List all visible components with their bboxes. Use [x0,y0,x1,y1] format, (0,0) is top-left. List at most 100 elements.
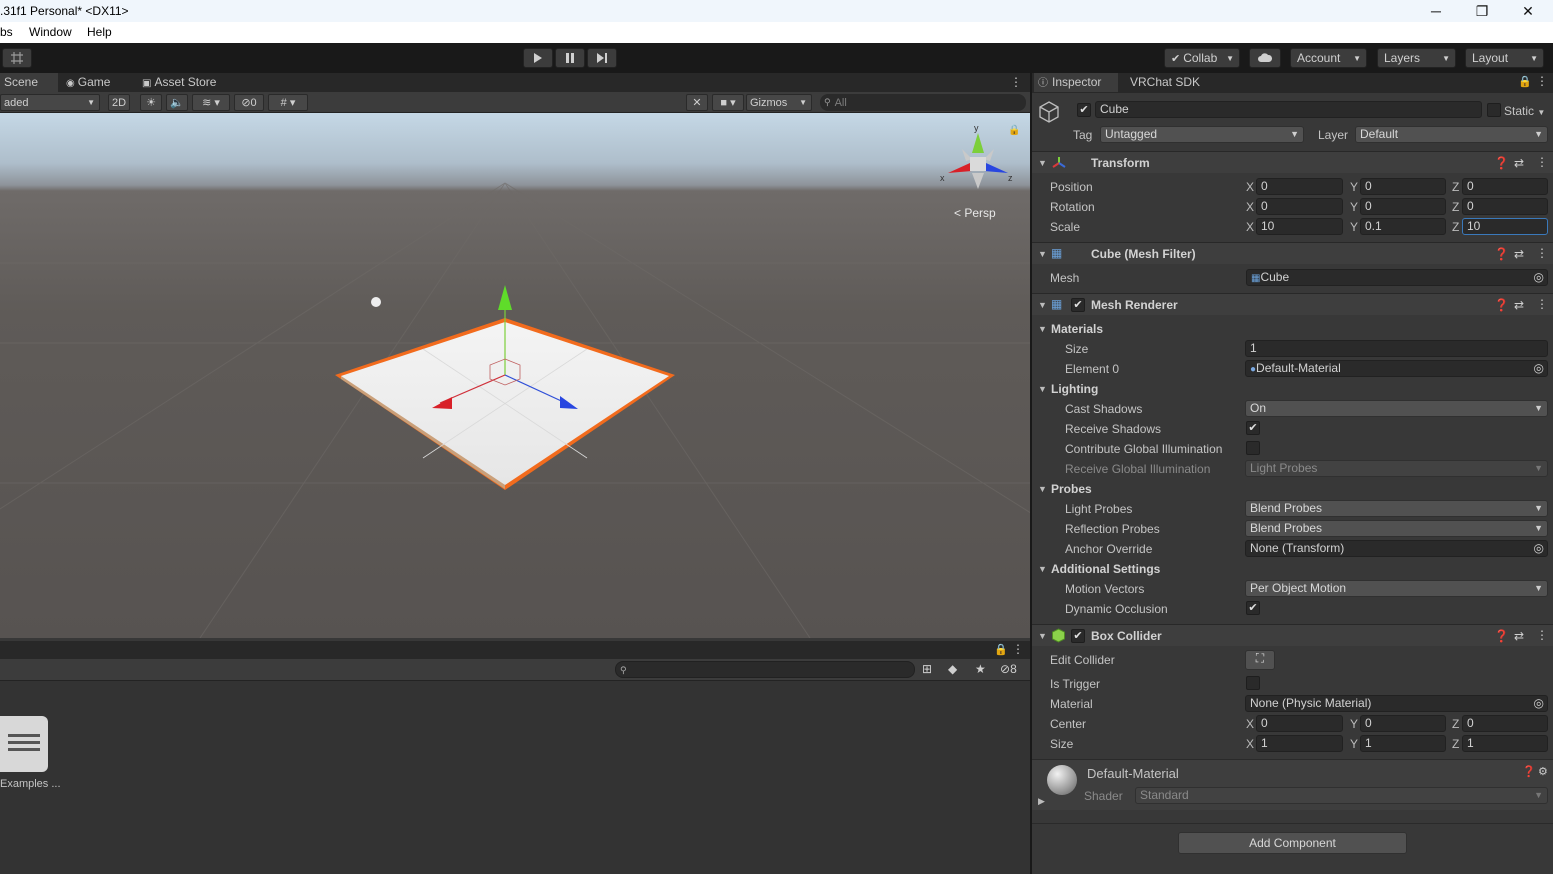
presets-icon[interactable]: ⇄ [1514,629,1524,643]
enabled-checkbox[interactable]: ✔ [1071,629,1085,643]
tab-game[interactable]: ◉ Game [62,73,114,92]
asset-label[interactable]: Examples ... [0,778,61,790]
physic-material-field[interactable]: None (Physic Material) ◎ [1245,695,1548,712]
foldout-arrow-icon[interactable]: ▼ [1038,300,1047,310]
foldout-arrow-icon[interactable]: ▼ [1038,484,1047,494]
pause-button[interactable] [555,48,585,68]
size-z-field[interactable]: 1 [1462,735,1548,752]
more-menu-icon[interactable]: ⋮ [1536,155,1548,169]
more-menu-icon[interactable]: ⋮ [1012,642,1024,656]
star-icon[interactable]: ★ [975,662,986,676]
maximize-button[interactable]: ❐ [1459,0,1505,22]
more-menu-icon[interactable]: ⋮ [1536,74,1548,88]
lock-icon[interactable]: 🔒 [1518,75,1532,88]
filter-by-type-icon[interactable]: ⊞ [922,662,932,676]
object-picker-icon[interactable]: ◎ [1534,361,1544,376]
help-icon[interactable]: ❓ [1522,765,1536,778]
materials-foldout[interactable]: Materials [1051,322,1103,336]
scene-viewport[interactable]: y x z 🔒 < Persp [0,113,1030,638]
shader-dropdown[interactable]: Standard ▼ [1135,787,1548,804]
layers-dropdown[interactable]: Layers ▼ [1377,48,1456,68]
cast-shadows-dropdown[interactable]: On ▼ [1245,400,1548,417]
element0-object-field[interactable]: ●Default-Material ◎ [1245,360,1548,377]
object-name-input[interactable]: Cube [1095,101,1482,118]
lock-icon[interactable]: 🔒 [1008,125,1020,136]
light-probes-dropdown[interactable]: Blend Probes ▼ [1245,500,1548,517]
presets-icon[interactable]: ⇄ [1514,247,1524,261]
hidden-packages-toggle[interactable]: ⊘8 [1000,662,1017,676]
grid-snap-icon[interactable] [2,48,32,68]
gear-icon[interactable]: ⚙ [1538,765,1548,778]
center-z-field[interactable]: 0 [1462,715,1548,732]
foldout-arrow-icon[interactable]: ▼ [1038,158,1047,168]
size-x-field[interactable]: 1 [1256,735,1343,752]
collab-dropdown[interactable]: ✔ Collab ▼ [1164,48,1240,68]
light-icon[interactable] [371,297,381,307]
materials-size-field[interactable]: 1 [1245,340,1548,357]
mesh-filter-header[interactable]: ▼ ▦ Cube (Mesh Filter) ❓ ⇄ ⋮ [1032,242,1553,264]
position-z-field[interactable]: 0 [1462,178,1548,195]
object-picker-icon[interactable]: ◎ [1534,541,1544,556]
presets-icon[interactable]: ⇄ [1514,156,1524,170]
edit-collider-button[interactable]: ⛶ [1245,650,1275,670]
mesh-renderer-header[interactable]: ▼ ▦ ✔ Mesh Renderer ❓ ⇄ ⋮ [1032,293,1553,315]
rotation-y-field[interactable]: 0 [1360,198,1446,215]
dynamic-occlusion-checkbox[interactable]: ✔ [1246,601,1260,615]
effects-dropdown-icon[interactable]: ≋ ▾ [192,94,230,111]
transform-header[interactable]: ▼ Transform ❓ ⇄ ⋮ [1032,151,1553,173]
scene-search-input[interactable]: ⚲ All [820,94,1026,111]
step-button[interactable] [587,48,617,68]
y-axis-handle[interactable] [498,285,512,310]
static-checkbox[interactable] [1487,103,1501,117]
help-icon[interactable]: ❓ [1494,247,1509,261]
mesh-object-field[interactable]: ▦Cube ◎ [1246,269,1548,286]
layout-dropdown[interactable]: Layout ▼ [1465,48,1544,68]
more-menu-icon[interactable]: ⋮ [1536,297,1548,311]
grid-dropdown-icon[interactable]: # ▾ [268,94,308,111]
lighting-foldout[interactable]: Lighting [1051,382,1098,396]
foldout-arrow-icon[interactable]: ▼ [1038,631,1047,641]
account-dropdown[interactable]: Account ▼ [1290,48,1367,68]
center-y-field[interactable]: 0 [1360,715,1446,732]
menu-item-help[interactable]: Help [87,25,112,39]
foldout-arrow-icon[interactable]: ▼ [1038,324,1047,334]
anchor-override-field[interactable]: None (Transform) ◎ [1245,540,1548,557]
presets-icon[interactable]: ⇄ [1514,298,1524,312]
rotation-x-field[interactable]: 0 [1256,198,1343,215]
foldout-arrow-icon[interactable]: ▼ [1038,564,1047,574]
cloud-button[interactable] [1249,48,1281,68]
contribute-gi-checkbox[interactable] [1246,441,1260,455]
box-collider-header[interactable]: ▼ ✔ Box Collider ❓ ⇄ ⋮ [1032,624,1553,646]
probes-foldout[interactable]: Probes [1051,482,1092,496]
object-picker-icon[interactable]: ◎ [1534,270,1544,285]
additional-settings-foldout[interactable]: Additional Settings [1051,562,1160,576]
menu-item-window[interactable]: Window [29,25,72,39]
motion-vectors-dropdown[interactable]: Per Object Motion ▼ [1245,580,1548,597]
more-menu-icon[interactable]: ⋮ [1536,628,1548,642]
help-icon[interactable]: ❓ [1494,156,1509,170]
play-button[interactable] [523,48,553,68]
scale-z-field[interactable]: 10 [1462,218,1548,235]
persp-label[interactable]: < Persp [954,206,996,220]
center-x-field[interactable]: 0 [1256,715,1343,732]
tab-vrchat-sdk[interactable]: VRChat SDK [1126,73,1204,92]
close-button[interactable]: ✕ [1505,0,1551,22]
enabled-checkbox[interactable]: ✔ [1071,298,1085,312]
position-y-field[interactable]: 0 [1360,178,1446,195]
tools-icon[interactable]: ✕ [686,94,708,111]
lock-icon[interactable]: 🔒 [994,643,1008,656]
help-icon[interactable]: ❓ [1494,298,1509,312]
foldout-arrow-icon[interactable]: ▶ [1038,796,1045,807]
size-y-field[interactable]: 1 [1360,735,1446,752]
tag-dropdown[interactable]: Untagged ▼ [1100,126,1304,143]
static-label[interactable]: Static ▼ [1504,104,1545,118]
audio-toggle-icon[interactable]: 🔈 [166,94,188,111]
more-menu-icon[interactable]: ⋮ [1536,246,1548,260]
reflection-probes-dropdown[interactable]: Blend Probes ▼ [1245,520,1548,537]
tab-scene[interactable]: Scene [0,73,58,92]
project-search-input[interactable]: ⚲ [615,661,915,678]
rotation-z-field[interactable]: 0 [1462,198,1548,215]
active-checkbox[interactable]: ✔ [1077,103,1091,117]
2d-toggle-button[interactable]: 2D [108,94,130,111]
menu-item-jobs[interactable]: bs [0,25,13,39]
